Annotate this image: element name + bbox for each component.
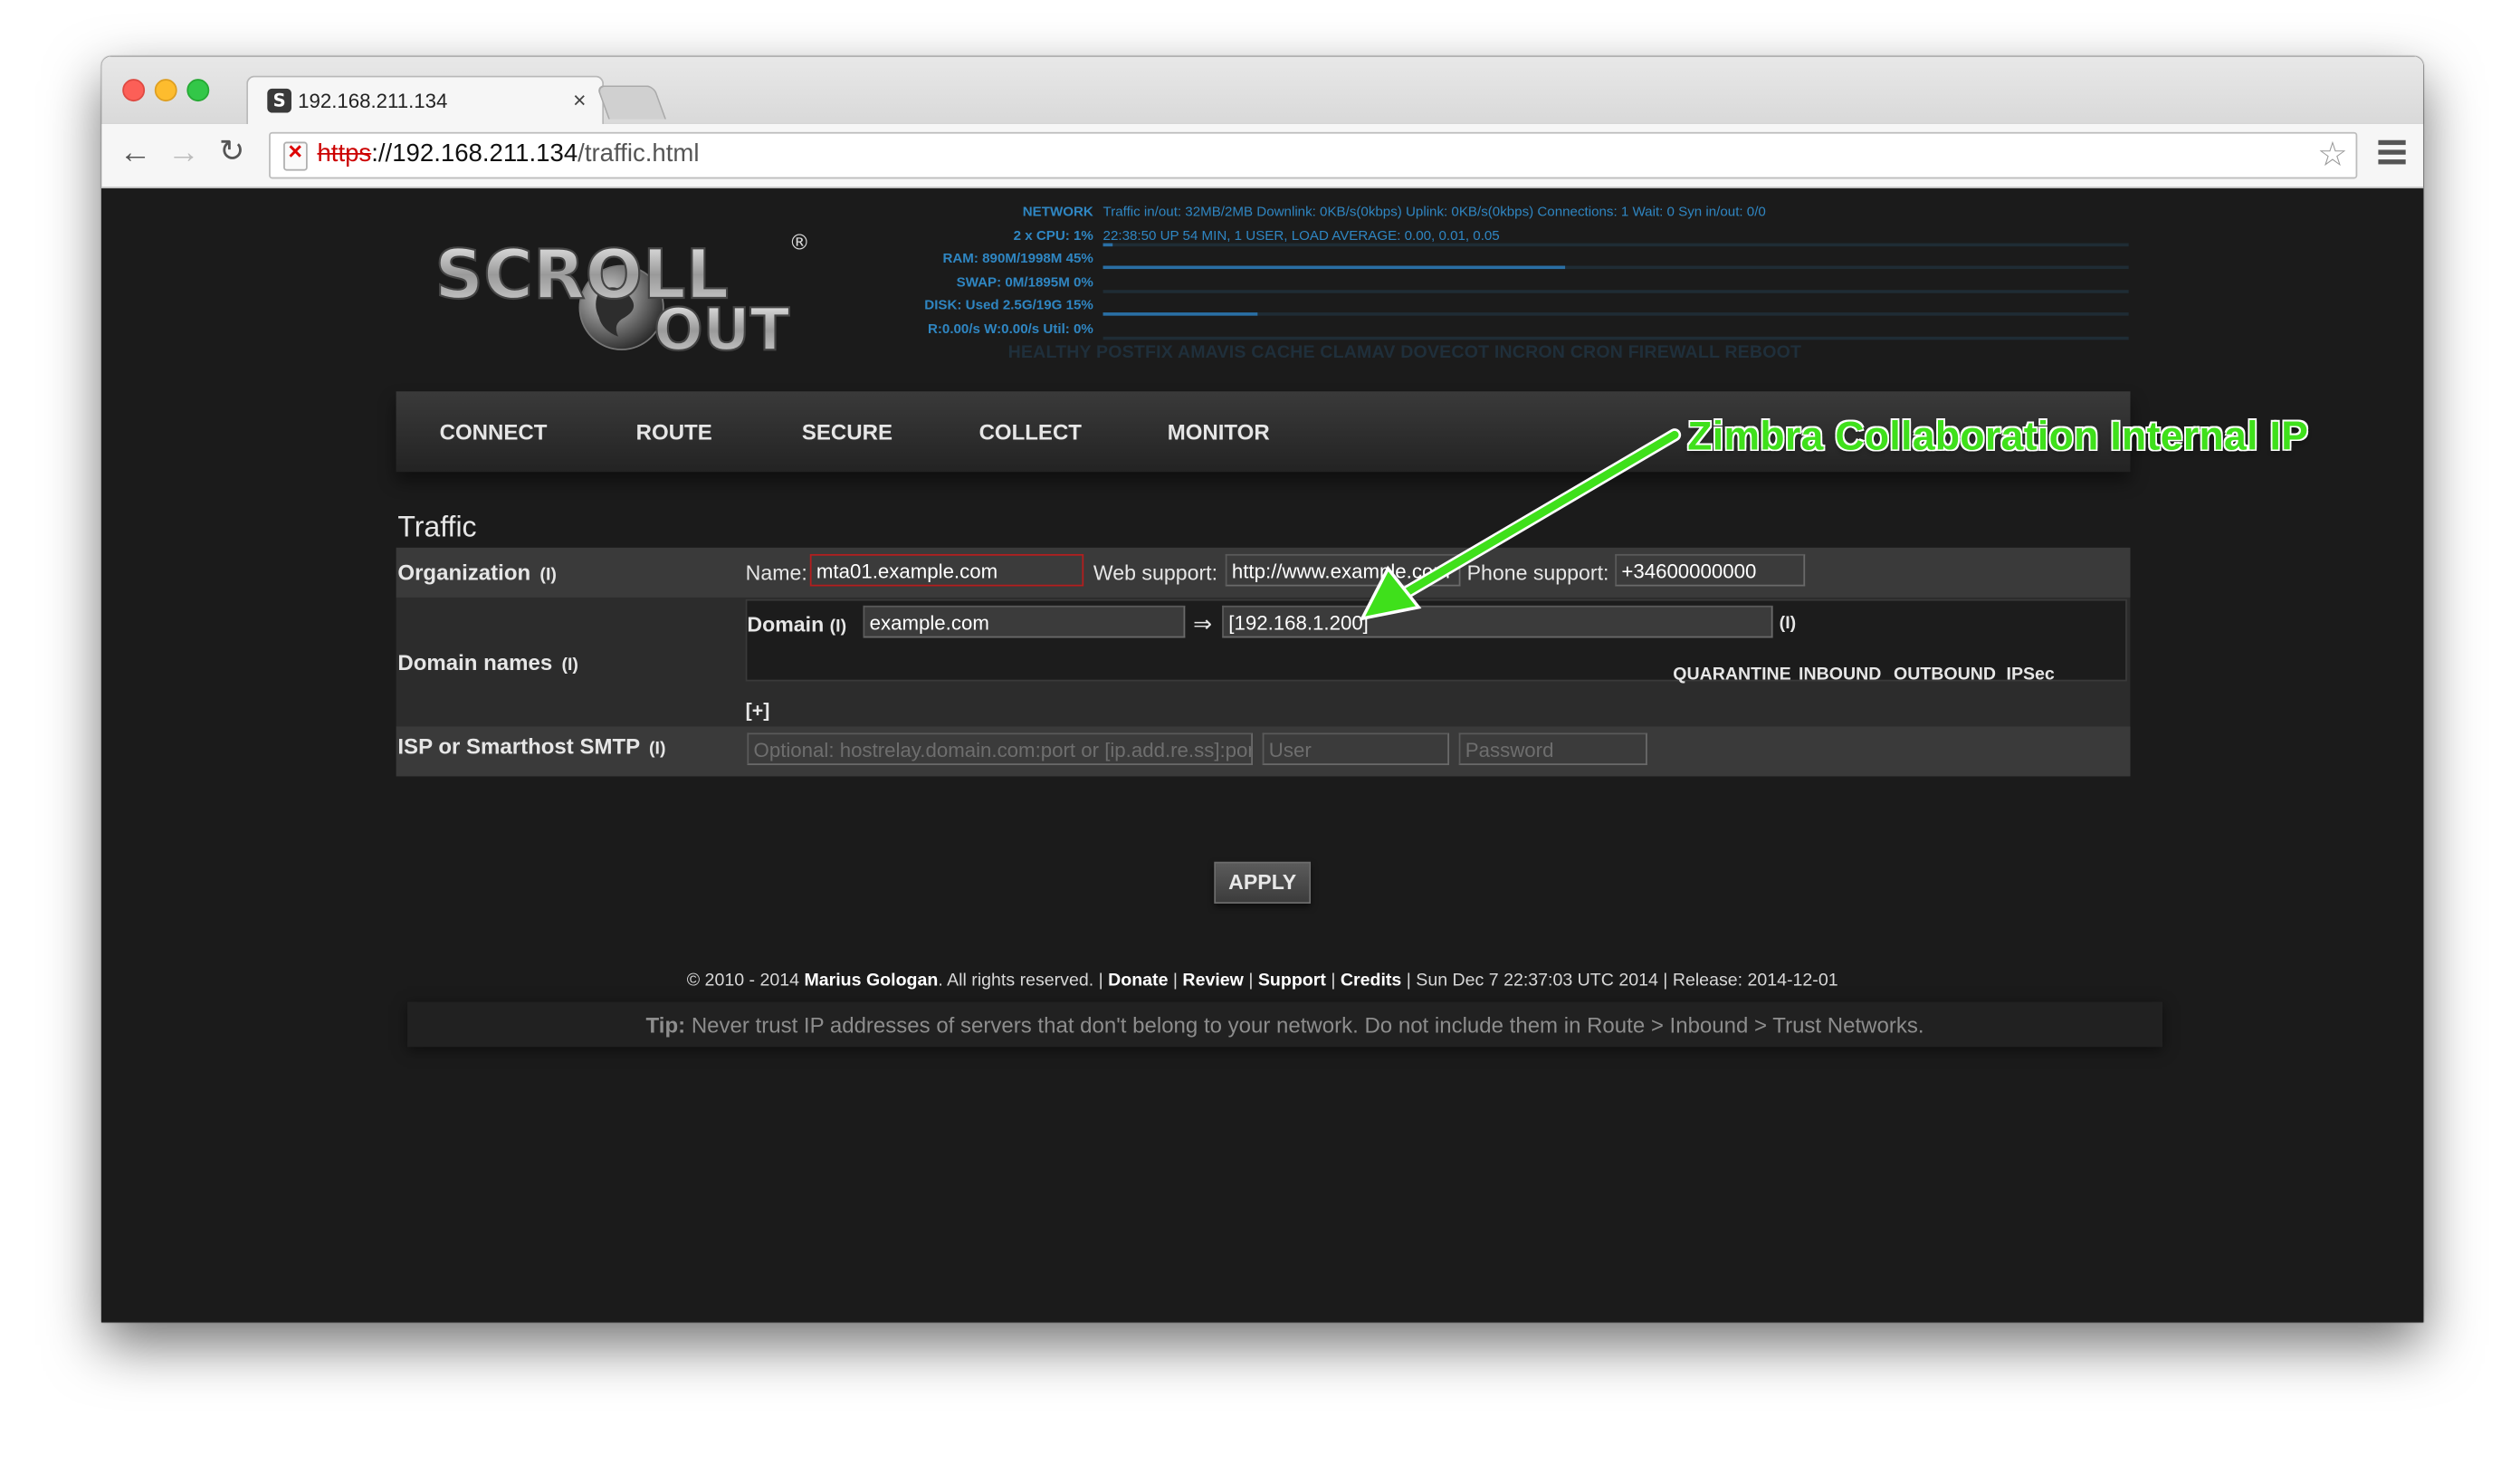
browser-tab[interactable]: S 192.168.211.134 ×	[246, 75, 605, 126]
stat-label: DISK: Used 2.5G/19G 15%	[924, 296, 1093, 313]
menu-secure[interactable]: SECURE	[802, 420, 892, 445]
donate-link[interactable]: Donate	[1108, 972, 1168, 991]
info-icon[interactable]: (I)	[539, 565, 556, 584]
domain-label: Domain (I)	[747, 611, 847, 637]
disk-usage-bar	[1102, 312, 2129, 316]
url-path: /traffic.html	[578, 139, 700, 168]
web-support-field[interactable]: http://www.example.com	[1225, 553, 1461, 587]
system-stats: NETWORK Traffic in/out: 32MB/2MB Downlin…	[858, 201, 2146, 341]
service-health-line: HEALTHY POSTFIX AMAVIS CACHE CLAMAV DOVE…	[1007, 342, 1802, 363]
new-tab-button[interactable]	[596, 85, 667, 120]
maps-to-arrow-icon: ⇒	[1193, 610, 1213, 637]
info-icon[interactable]: (I)	[830, 617, 846, 636]
option-inbound[interactable]: INBOUND	[1799, 665, 1881, 685]
organization-label: Organization (I)	[397, 560, 557, 585]
smarthost-password-field[interactable]: Password	[1458, 732, 1647, 765]
close-tab-icon[interactable]: ×	[573, 87, 587, 112]
web-support-label: Web support:	[1093, 560, 1218, 585]
smarthost-user-field[interactable]: User	[1262, 732, 1450, 765]
tip-text: Tip: Never trust IP addresses of servers…	[645, 1012, 1924, 1038]
add-domain-button[interactable]: [+]	[746, 699, 770, 722]
bookmark-star-icon[interactable]: ☆	[2317, 135, 2347, 175]
stat-swap: SWAP: 0M/1895M 0%	[858, 272, 2146, 295]
ram-usage-bar	[1102, 265, 2129, 270]
menu-connect[interactable]: CONNECT	[440, 420, 548, 445]
navigation-bar: ← → ↻ × https://192.168.211.134/traffic.…	[101, 123, 2424, 189]
tab-title: 192.168.211.134	[298, 90, 448, 113]
name-label: Name:	[745, 560, 807, 585]
stat-ram: RAM: 890M/1998M 45%	[858, 248, 2146, 272]
domain-entry: Domain (I) example.com ⇒ [192.168.1.200]…	[745, 598, 2127, 685]
chrome-menu-icon[interactable]	[2378, 139, 2406, 169]
logo-registered-mark: ®	[789, 232, 810, 255]
menu-collect[interactable]: COLLECT	[979, 420, 1082, 445]
minimize-window-button[interactable]	[154, 79, 177, 102]
close-window-button[interactable]	[122, 79, 146, 102]
stat-label: 2 x CPU: 1%	[1013, 225, 1093, 243]
menu-monitor[interactable]: MONITOR	[1168, 420, 1270, 445]
io-usage-bar	[1102, 335, 2129, 340]
back-arrow-icon[interactable]: ←	[119, 135, 152, 170]
stat-value: 22:38:50 UP 54 MIN, 1 USER, LOAD AVERAGE…	[1102, 225, 1500, 243]
browser-window: S 192.168.211.134 × ← → ↻ × https://192.…	[101, 56, 2424, 1323]
menu-route[interactable]: ROUTE	[636, 420, 712, 445]
destination-ip-field[interactable]: [192.168.1.200]	[1222, 605, 1773, 638]
stat-label: SWAP: 0M/1895M 0%	[956, 273, 1093, 290]
tab-bar: S 192.168.211.134 ×	[101, 56, 2424, 126]
apply-button[interactable]: APPLY	[1214, 861, 1312, 904]
insecure-lock-icon[interactable]: ×	[283, 139, 308, 171]
support-link[interactable]: Support	[1258, 972, 1326, 991]
info-icon[interactable]: (I)	[1780, 614, 1796, 633]
organization-row: Organization (I) Name: mta01.example.com…	[396, 547, 2131, 598]
stat-label: R:0.00/s W:0.00/s Util: 0%	[927, 320, 1093, 336]
reload-icon[interactable]: ↻	[219, 135, 244, 170]
option-outbound[interactable]: OUTBOUND	[1894, 665, 1996, 685]
stat-label: RAM: 890M/1998M 45%	[942, 249, 1093, 266]
swap-usage-bar	[1102, 289, 2129, 292]
author-link[interactable]: Marius Gologan	[804, 972, 938, 991]
phone-support-field[interactable]: +34600000000	[1615, 553, 1806, 587]
domain-names-label: Domain names (I)	[397, 650, 578, 675]
annotation-label: Zimbra Collaboration Internal IP	[1687, 414, 2309, 459]
credits-link[interactable]: Credits	[1341, 972, 1401, 991]
stat-value: Traffic in/out: 32MB/2MB Downlink: 0KB/s…	[1102, 203, 1766, 219]
address-bar[interactable]: × https://192.168.211.134/traffic.html ☆	[269, 131, 2358, 179]
page-content: SCROLL OUT ® NETWORK Traffic in/out: 32M…	[101, 188, 2424, 1323]
stat-io: R:0.00/s W:0.00/s Util: 0%	[858, 318, 2146, 341]
stat-label: NETWORK	[1022, 203, 1093, 219]
url-scheme: https	[317, 139, 372, 168]
review-link[interactable]: Review	[1182, 972, 1243, 991]
phone-support-label: Phone support:	[1466, 560, 1609, 585]
url-host: ://192.168.211.134	[371, 139, 578, 168]
tip-bar: Tip: Never trust IP addresses of servers…	[407, 1001, 2163, 1048]
forward-arrow-icon[interactable]: →	[167, 135, 200, 170]
organization-name-field[interactable]: mta01.example.com	[809, 553, 1084, 587]
cpu-usage-bar	[1102, 242, 2129, 246]
logo-out-text: OUT	[654, 297, 789, 353]
scrollout-favicon-icon: S	[267, 88, 291, 113]
scrollout-logo: SCROLL OUT ®	[434, 232, 810, 353]
stat-cpu: 2 x CPU: 1% 22:38:50 UP 54 MIN, 1 USER, …	[858, 225, 2146, 248]
isp-smarthost-label: ISP or Smarthost SMTP (I)	[397, 734, 666, 759]
domain-field[interactable]: example.com	[863, 605, 1186, 638]
option-ipsec[interactable]: IPSec	[2007, 665, 2055, 685]
isp-smarthost-row: ISP or Smarthost SMTP (I) Optional: host…	[396, 726, 2131, 777]
stat-disk: DISK: Used 2.5G/19G 15%	[858, 295, 2146, 319]
stat-network: NETWORK Traffic in/out: 32MB/2MB Downlin…	[858, 201, 2146, 225]
option-quarantine[interactable]: QUARANTINE	[1673, 665, 1790, 685]
info-icon[interactable]: (I)	[649, 740, 665, 759]
domain-names-row: Domain names (I) Domain (I) example.com …	[396, 597, 2131, 727]
footer: © 2010 - 2014 Marius Gologan. All rights…	[686, 971, 1838, 991]
page-title: Traffic	[397, 510, 477, 543]
maximize-window-button[interactable]	[186, 79, 210, 102]
info-icon[interactable]: (I)	[561, 656, 578, 675]
smarthost-field[interactable]: Optional: hostrelay.domain.com:port or […	[747, 732, 1253, 765]
url-text: https://192.168.211.134/traffic.html	[317, 140, 699, 169]
